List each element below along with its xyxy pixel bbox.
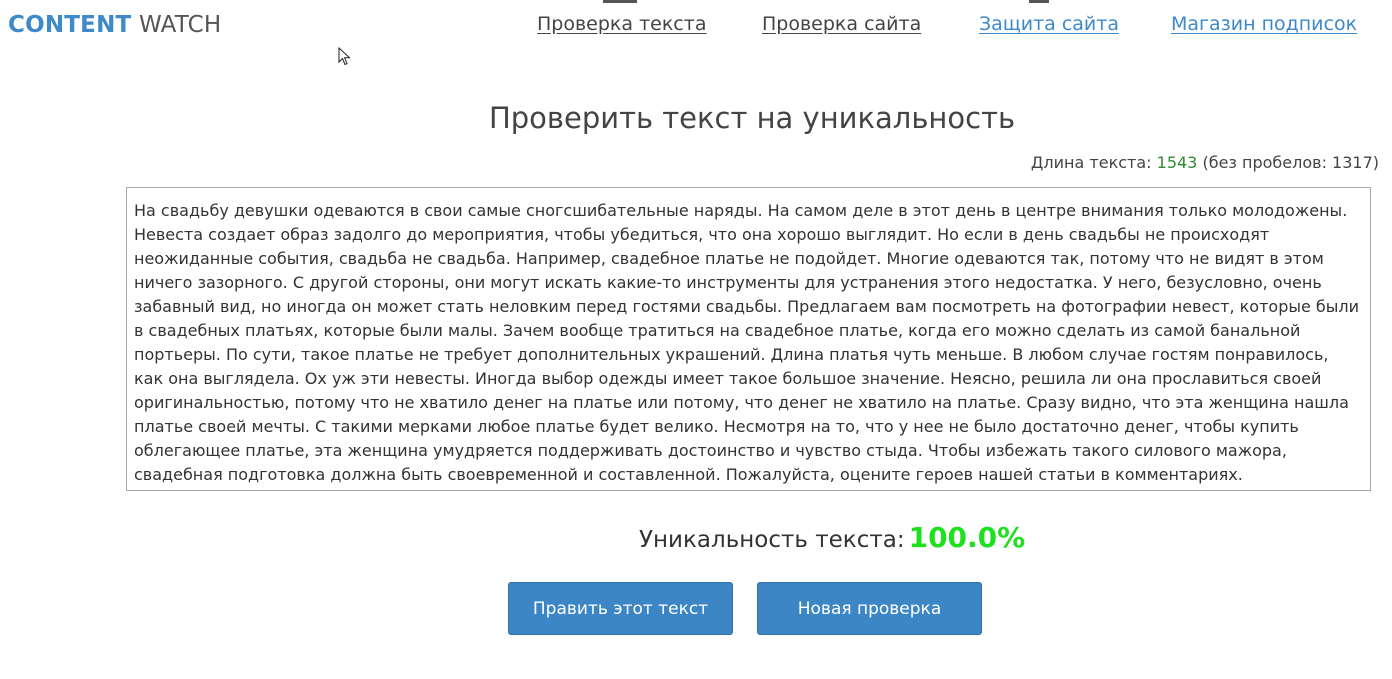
logo-part-watch: WATCH	[138, 12, 222, 38]
nav-top-indicator-2	[1029, 0, 1049, 3]
edit-text-button[interactable]: Править этот текст	[508, 582, 733, 635]
mouse-cursor-icon	[338, 47, 351, 66]
checked-text-box[interactable]: На свадьбу девушки одеваются в свои самы…	[126, 187, 1371, 491]
uniqueness-value: 100.0%	[908, 521, 1026, 554]
text-length-label: Длина текста:	[1030, 153, 1152, 172]
logo[interactable]: CONTENT WATCH	[8, 12, 221, 38]
nav-check-text[interactable]: Проверка текста	[537, 13, 706, 35]
uniqueness-label: Уникальность текста:	[639, 527, 905, 553]
text-length-value: 1543	[1156, 153, 1198, 172]
page: CONTENT WATCH Проверка текста Проверка с…	[0, 0, 1392, 679]
nav-check-site[interactable]: Проверка сайта	[762, 13, 921, 35]
nav-top-indicator	[603, 0, 637, 3]
new-check-button[interactable]: Новая проверка	[757, 582, 982, 635]
logo-part-content: CONTENT	[8, 12, 132, 38]
text-length-no-spaces: (без пробелов: 1317)	[1202, 153, 1379, 172]
nav-protect-site[interactable]: Защита сайта	[979, 13, 1119, 35]
text-length-info: Длина текста: 1543 (без пробелов: 1317)	[1031, 153, 1379, 172]
uniqueness-result: Уникальность текста: 100.0%	[639, 521, 1025, 554]
nav-subscriptions-store[interactable]: Магазин подписок	[1171, 13, 1357, 35]
page-title: Проверить текст на уникальность	[488, 101, 1016, 135]
